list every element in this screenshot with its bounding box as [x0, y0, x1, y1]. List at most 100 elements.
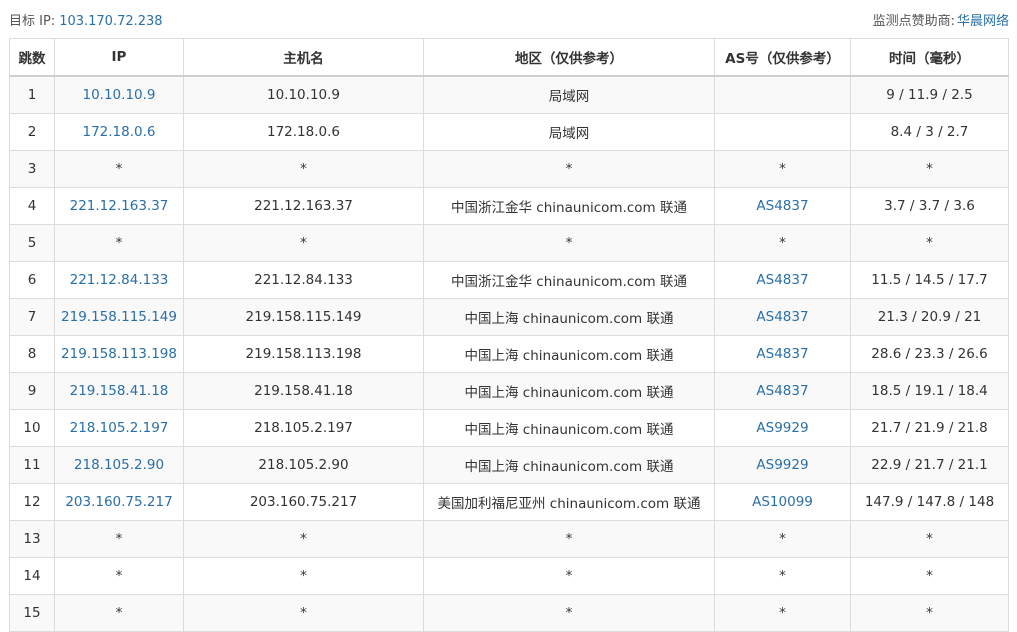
as-cell	[714, 113, 851, 151]
time-cell: 18.5 / 19.1 / 18.4	[850, 372, 1009, 410]
as-cell[interactable]: AS9929	[714, 446, 851, 484]
ip-cell[interactable]: 10.10.10.9	[54, 75, 184, 114]
ip-cell: *	[54, 520, 184, 558]
table-row: 8 219.158.113.198 219.158.113.198 中国上海 chin…	[9, 335, 1009, 373]
time-cell: *	[850, 557, 1009, 595]
target-ip-value[interactable]: 103.170.72.238	[59, 14, 162, 29]
ip-cell[interactable]: 221.12.163.37	[54, 187, 184, 225]
hostname-cell: *	[183, 594, 424, 632]
region-cell: 中国上海 chinaunicom.com 联通	[423, 446, 715, 484]
hostname-cell: 219.158.41.18	[183, 372, 424, 410]
hostname-cell: 219.158.115.149	[183, 298, 424, 336]
as-cell: *	[714, 150, 851, 188]
hop-cell: 3	[9, 150, 55, 188]
time-cell: 9 / 11.9 / 2.5	[850, 75, 1009, 114]
hop-cell: 12	[9, 483, 55, 521]
as-cell: *	[714, 594, 851, 632]
time-cell: 22.9 / 21.7 / 21.1	[850, 446, 1009, 484]
region-cell: *	[423, 520, 715, 558]
ip-cell: *	[54, 594, 184, 632]
sponsor-info: 监测点赞助商: 华晨网络	[873, 10, 1009, 29]
hop-cell: 14	[9, 557, 55, 595]
top-bar: 目标 IP: 103.170.72.238 监测点赞助商: 华晨网络	[0, 0, 1017, 38]
hostname-cell: *	[183, 150, 424, 188]
hostname-cell: 221.12.84.133	[183, 261, 424, 299]
hop-cell: 10	[9, 409, 55, 447]
ip-cell: *	[54, 224, 184, 262]
hostname-cell: 218.105.2.197	[183, 409, 424, 447]
time-cell: 21.7 / 21.9 / 21.8	[850, 409, 1009, 447]
hostname-cell: 219.158.113.198	[183, 335, 424, 373]
target-ip-info: 目标 IP: 103.170.72.238	[9, 10, 163, 29]
region-cell: *	[423, 224, 715, 262]
ip-cell[interactable]: 218.105.2.197	[54, 409, 184, 447]
ip-cell[interactable]: 221.12.84.133	[54, 261, 184, 299]
hostname-cell: *	[183, 520, 424, 558]
hop-cell: 15	[9, 594, 55, 632]
hostname-cell: 203.160.75.217	[183, 483, 424, 521]
ip-cell: *	[54, 150, 184, 188]
region-cell: 中国浙江金华 chinaunicom.com 联通	[423, 187, 715, 225]
sponsor-label: 监测点赞助商:	[872, 14, 955, 29]
table-row: 13 * * * * *	[9, 520, 1009, 558]
table-row: 1 10.10.10.9 10.10.10.9 局域网 9 / 11.9 / 2.5	[9, 75, 1009, 114]
header-time: 时间（毫秒）	[850, 38, 1009, 77]
as-cell: *	[714, 520, 851, 558]
as-cell: *	[714, 224, 851, 262]
region-cell: 局域网	[423, 75, 715, 114]
time-cell: 147.9 / 147.8 / 148	[850, 483, 1009, 521]
table-row: 11 218.105.2.90 218.105.2.90 中国上海 chinaunic…	[9, 446, 1009, 484]
time-cell: *	[850, 224, 1009, 262]
as-cell[interactable]: AS4837	[714, 187, 851, 225]
hop-cell: 7	[9, 298, 55, 336]
header-hostname: 主机名	[183, 38, 424, 77]
target-ip-label: 目标 IP:	[9, 14, 56, 29]
as-cell[interactable]: AS10099	[714, 483, 851, 521]
as-cell[interactable]: AS4837	[714, 298, 851, 336]
hop-cell: 4	[9, 187, 55, 225]
hostname-cell: 218.105.2.90	[183, 446, 424, 484]
time-cell: 21.3 / 20.9 / 21	[850, 298, 1009, 336]
hostname-cell: *	[183, 224, 424, 262]
hostname-cell: 172.18.0.6	[183, 113, 424, 151]
region-cell: 局域网	[423, 113, 715, 151]
as-cell[interactable]: AS4837	[714, 372, 851, 410]
time-cell: *	[850, 150, 1009, 188]
ip-cell[interactable]: 203.160.75.217	[54, 483, 184, 521]
as-cell[interactable]: AS9929	[714, 409, 851, 447]
region-cell: 美国加利福尼亚州 chinaunicom.com 联通	[423, 483, 715, 521]
ip-cell[interactable]: 219.158.113.198	[54, 335, 184, 373]
hop-cell: 13	[9, 520, 55, 558]
region-cell: 中国上海 chinaunicom.com 联通	[423, 335, 715, 373]
table-row: 12 203.160.75.217 203.160.75.217 美国加利福尼亚州 c…	[9, 483, 1009, 521]
table-row: 5 * * * * *	[9, 224, 1009, 262]
region-cell: 中国浙江金华 chinaunicom.com 联通	[423, 261, 715, 299]
as-cell[interactable]: AS4837	[714, 335, 851, 373]
sponsor-link[interactable]: 华晨网络	[957, 14, 1009, 29]
header-as: AS号（仅供参考）	[714, 38, 851, 77]
hostname-cell: 221.12.163.37	[183, 187, 424, 225]
hostname-cell: 10.10.10.9	[183, 75, 424, 114]
hop-cell: 2	[9, 113, 55, 151]
time-cell: 11.5 / 14.5 / 17.7	[850, 261, 1009, 299]
table-row: 14 * * * * *	[9, 557, 1009, 595]
time-cell: 28.6 / 23.3 / 26.6	[850, 335, 1009, 373]
ip-cell: *	[54, 557, 184, 595]
hop-cell: 1	[9, 75, 55, 114]
ip-cell[interactable]: 219.158.41.18	[54, 372, 184, 410]
as-cell[interactable]: AS4837	[714, 261, 851, 299]
ip-cell[interactable]: 219.158.115.149	[54, 298, 184, 336]
ip-cell[interactable]: 218.105.2.90	[54, 446, 184, 484]
header-ip: IP	[54, 38, 184, 77]
region-cell: 中国上海 chinaunicom.com 联通	[423, 409, 715, 447]
table-header-row: 跳数 IP 主机名 地区（仅供参考） AS号（仅供参考） 时间（毫秒）	[9, 38, 1009, 77]
time-cell: 3.7 / 3.7 / 3.6	[850, 187, 1009, 225]
hop-cell: 5	[9, 224, 55, 262]
traceroute-table: 跳数 IP 主机名 地区（仅供参考） AS号（仅供参考） 时间（毫秒） 1 10.…	[9, 38, 1009, 632]
ip-cell[interactable]: 172.18.0.6	[54, 113, 184, 151]
table-row: 15 * * * * *	[9, 594, 1009, 632]
region-cell: *	[423, 594, 715, 632]
region-cell: 中国上海 chinaunicom.com 联通	[423, 298, 715, 336]
time-cell: 8.4 / 3 / 2.7	[850, 113, 1009, 151]
table-row: 9 219.158.41.18 219.158.41.18 中国上海 chinauni…	[9, 372, 1009, 410]
